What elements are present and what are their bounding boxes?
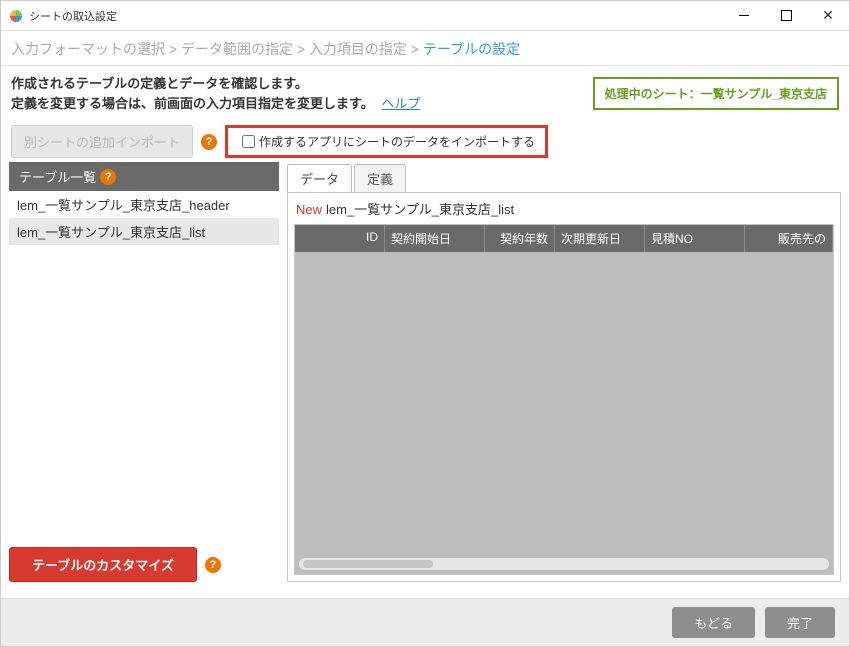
table-list: lem_一覧サンプル_東京支店_header lem_一覧サンプル_東京支店_l… [9, 191, 279, 539]
help-icon[interactable]: ? [100, 169, 116, 185]
column-contract-years: 契約年数 [485, 225, 555, 252]
additional-import-button: 別シートの追加インポート [11, 125, 193, 158]
tab-data[interactable]: データ [287, 164, 352, 192]
breadcrumb-step-3: 入力項目の指定 [309, 41, 407, 57]
table-name: lem_一覧サンプル_東京支店_list [326, 202, 514, 217]
table-name-row: New lem_一覧サンプル_東京支店_list [288, 193, 840, 224]
breadcrumb-step-1: 入力フォーマットの選択 [11, 41, 165, 57]
close-button[interactable]: ✕ [807, 1, 849, 30]
column-id: ID [295, 225, 385, 252]
table-list-item[interactable]: lem_一覧サンプル_東京支店_header [9, 191, 279, 218]
processing-sheet-badge: 処理中のシート：一覧サンプル_東京支店 [593, 77, 839, 110]
column-next-renewal: 次期更新日 [555, 225, 645, 252]
titlebar: シートの取込設定 ✕ [1, 1, 849, 31]
finish-button[interactable]: 完了 [765, 607, 835, 638]
horizontal-scrollbar[interactable] [299, 558, 829, 570]
import-data-label: 作成するアプリにシートのデータをインポートする [259, 133, 535, 150]
column-contract-start: 契約開始日 [385, 225, 485, 252]
scrollbar-thumb[interactable] [303, 560, 433, 568]
import-data-checkbox[interactable] [242, 135, 255, 148]
maximize-button[interactable] [765, 1, 807, 30]
breadcrumb: 入力フォーマットの選択 > データ範囲の指定 > 入力項目の指定 > テーブルの… [1, 31, 849, 65]
table-list-header: テーブル一覧 ? [9, 162, 279, 191]
grid-body [295, 252, 833, 559]
column-quote-no: 見積NO [645, 225, 745, 252]
help-icon[interactable]: ? [205, 557, 221, 573]
breadcrumb-step-4: テーブルの設定 [423, 41, 520, 57]
help-icon[interactable]: ? [201, 134, 217, 150]
minimize-button[interactable] [723, 1, 765, 30]
data-grid[interactable]: ID 契約開始日 契約年数 次期更新日 見積NO 販売先の [294, 224, 834, 575]
back-button[interactable]: もどる [672, 607, 755, 638]
new-tag: New [296, 202, 322, 217]
customize-table-button[interactable]: テーブルのカスタマイズ [9, 547, 197, 582]
app-icon [9, 9, 23, 23]
description-text: 作成されるテーブルの定義とデータを確認します。 定義を変更する場合は、前画面の入… [11, 74, 420, 113]
breadcrumb-step-2: データ範囲の指定 [181, 41, 293, 57]
import-data-option[interactable]: 作成するアプリにシートのデータをインポートする [225, 125, 548, 158]
help-link[interactable]: ヘルプ [381, 96, 420, 111]
footer: もどる 完了 [1, 598, 849, 646]
tab-definition[interactable]: 定義 [354, 164, 406, 192]
table-list-item[interactable]: lem_一覧サンプル_東京支店_list [9, 218, 279, 245]
window-title: シートの取込設定 [29, 8, 723, 24]
column-buyer: 販売先の [745, 225, 833, 252]
